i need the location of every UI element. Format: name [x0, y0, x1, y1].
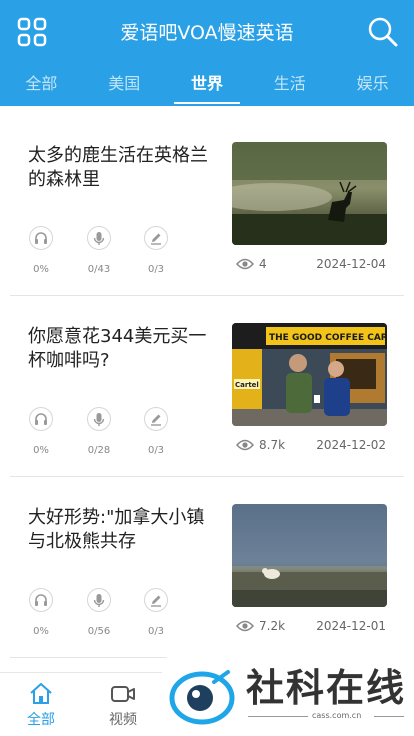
tab-all[interactable]: 全部 — [0, 64, 83, 106]
article-thumbnail[interactable] — [232, 504, 387, 607]
app-title: 爱语吧VOA慢速英语 — [120, 22, 294, 44]
watermark-rule-left — [248, 716, 308, 717]
microphone-icon — [87, 588, 111, 612]
edit-icon — [144, 407, 168, 431]
tab-world[interactable]: 世界 — [166, 64, 249, 106]
headphones-icon — [29, 588, 53, 612]
article-date: 2024-12-02 — [316, 438, 386, 452]
watermark-text: 社科在线 — [246, 666, 407, 710]
views-number: 8.7k — [259, 438, 286, 452]
article-date: 2024-12-01 — [316, 619, 386, 633]
article-thumbnail[interactable]: THE GOOD COFFEE CARTE Cartel — [232, 323, 387, 426]
article-date: 2024-12-04 — [316, 257, 386, 271]
article-item[interactable]: 太多的鹿生活在英格兰的森林里 0% 0/43 0/3 4 2024-12-04 — [0, 106, 414, 287]
watermark-rule-right — [374, 716, 404, 717]
nav-all-label: 全部 — [27, 712, 55, 728]
watermark-logo — [169, 670, 235, 725]
tab-entertainment[interactable]: 娱乐 — [331, 64, 414, 106]
write-count: 0/3 — [147, 445, 165, 456]
write-stat: 0/3 — [136, 588, 176, 638]
write-count: 0/3 — [147, 264, 165, 275]
view-count: 7.2k — [236, 618, 285, 634]
app-header: 爱语吧VOA慢速英语 — [0, 0, 414, 64]
headphones-icon — [29, 407, 53, 431]
listen-count: 0% — [33, 445, 49, 456]
microphone-icon — [87, 407, 111, 431]
article-list[interactable]: 太多的鹿生活在英格兰的森林里 0% 0/43 0/3 4 2024-12-04 … — [0, 106, 414, 672]
article-item[interactable]: 你愿意花344美元买一杯咖啡吗? THE GOOD COFFEE CARTE C… — [0, 287, 414, 468]
tab-usa[interactable]: 美国 — [83, 64, 166, 106]
write-stat: 0/3 — [136, 226, 176, 276]
listen-stat: 0% — [21, 226, 61, 276]
article-title[interactable]: 大好形势:"加拿大小镇与北极熊共存 — [28, 506, 220, 554]
deer-image — [232, 142, 387, 245]
eye-icon — [236, 258, 254, 270]
edit-icon — [144, 226, 168, 250]
eye-icon — [236, 439, 254, 451]
views-number: 7.2k — [259, 619, 286, 633]
grid-icon[interactable] — [14, 14, 50, 50]
headphones-icon — [29, 226, 53, 250]
listen-stat: 0% — [21, 407, 61, 457]
nav-video[interactable]: 视频 — [82, 673, 164, 736]
views-number: 4 — [259, 257, 267, 271]
article-item[interactable]: 大好形势:"加拿大小镇与北极熊共存 0% 0/56 0/3 7.2k 2024-… — [0, 468, 414, 649]
record-count: 0/43 — [87, 264, 111, 275]
watermark-url: cass.com.cn — [312, 711, 362, 720]
article-thumbnail[interactable] — [232, 142, 387, 245]
listen-count: 0% — [33, 264, 49, 275]
article-title[interactable]: 太多的鹿生活在英格兰的森林里 — [28, 144, 220, 192]
record-stat: 0/56 — [79, 588, 119, 638]
view-count: 4 — [236, 256, 267, 272]
article-title[interactable]: 你愿意花344美元买一杯咖啡吗? — [28, 325, 220, 373]
nav-video-label: 视频 — [109, 712, 137, 728]
tab-life[interactable]: 生活 — [248, 64, 331, 106]
view-count: 8.7k — [236, 437, 285, 453]
record-count: 0/56 — [87, 626, 111, 637]
coffee-cart-image: THE GOOD COFFEE CARTE Cartel — [232, 323, 387, 426]
listen-stat: 0% — [21, 588, 61, 638]
listen-count: 0% — [33, 626, 49, 637]
search-icon[interactable] — [366, 15, 400, 49]
video-icon — [111, 686, 135, 702]
microphone-icon — [87, 226, 111, 250]
category-tabs: 全部 美国 世界 生活 娱乐 — [0, 64, 414, 106]
record-count: 0/28 — [87, 445, 111, 456]
record-stat: 0/43 — [79, 226, 119, 276]
write-stat: 0/3 — [136, 407, 176, 457]
nav-all[interactable]: 全部 — [0, 673, 82, 736]
coffee-side-text: Cartel — [235, 381, 259, 389]
eye-icon — [236, 620, 254, 632]
coffee-banner-text: THE GOOD COFFEE CARTE — [269, 333, 387, 343]
polar-bear-image — [232, 504, 387, 607]
home-icon — [30, 683, 52, 704]
record-stat: 0/28 — [79, 407, 119, 457]
write-count: 0/3 — [147, 626, 165, 637]
edit-icon — [144, 588, 168, 612]
watermark: 社科在线 cass.com.cn — [162, 656, 414, 736]
